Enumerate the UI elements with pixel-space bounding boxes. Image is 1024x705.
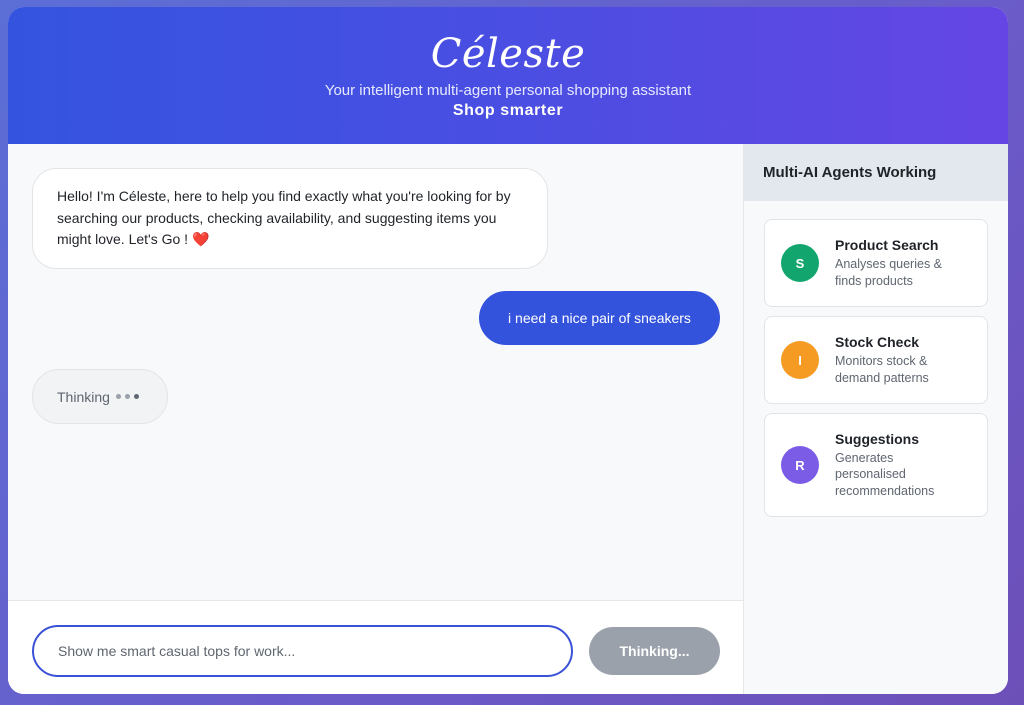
thinking-label: Thinking [57,388,110,405]
agent-description: Monitors stock & demand patterns [835,354,929,385]
main-body: Hello! I'm Céleste, here to help you fin… [8,144,1008,694]
typing-dot [115,394,121,399]
agent-name: Product Search [835,237,939,253]
thinking-indicator: Thinking [32,369,168,424]
message-list: Hello! I'm Céleste, here to help you fin… [8,144,743,600]
brand-title: Céleste [430,31,586,77]
agent-card-suggestions: R Suggestions Generates personalised rec… [764,413,988,517]
user-message: i need a nice pair of sneakers [479,291,720,345]
agent-list: S Product Search Analyses queries & find… [744,201,1008,517]
agent-name: Suggestions [835,430,920,447]
agent-description: Analyses queries & finds products [835,257,943,288]
chat-input[interactable] [32,625,573,677]
typing-dots-icon [115,394,139,399]
typing-dot [133,394,139,399]
agent-avatar: I [781,341,819,379]
bot-message: Hello! I'm Céleste, here to help you fin… [32,168,548,269]
bot-message-text: Hello! I'm Céleste, here to help you fin… [57,188,511,247]
agents-sidebar: Multi-AI Agents Working S Product Search… [744,144,1008,694]
app-window: Céleste Your intelligent multi-agent per… [8,7,1008,694]
header: Céleste Your intelligent multi-agent per… [8,7,1008,144]
agent-card-stock-check: I Stock Check Monitors stock & demand pa… [764,316,988,404]
input-bar: Thinking... [8,600,743,694]
send-button[interactable]: Thinking... [589,627,720,675]
chat-panel: Hello! I'm Céleste, here to help you fin… [8,144,744,694]
user-message-text: i need a nice pair of sneakers [508,310,691,326]
tagline: Your intelligent multi-agent personal sh… [324,82,692,99]
heart-icon: ❤️ [191,231,210,247]
agent-name: Stock Check [835,334,920,350]
agent-avatar: S [781,244,819,282]
motto: Shop smarter [452,102,564,119]
agent-description: Generates personalised recommendations [835,450,935,498]
agent-avatar: R [781,446,819,484]
agent-card-product-search: S Product Search Analyses queries & find… [764,219,988,307]
sidebar-title: Multi-AI Agents Working [744,144,1008,201]
typing-dot [124,394,130,399]
